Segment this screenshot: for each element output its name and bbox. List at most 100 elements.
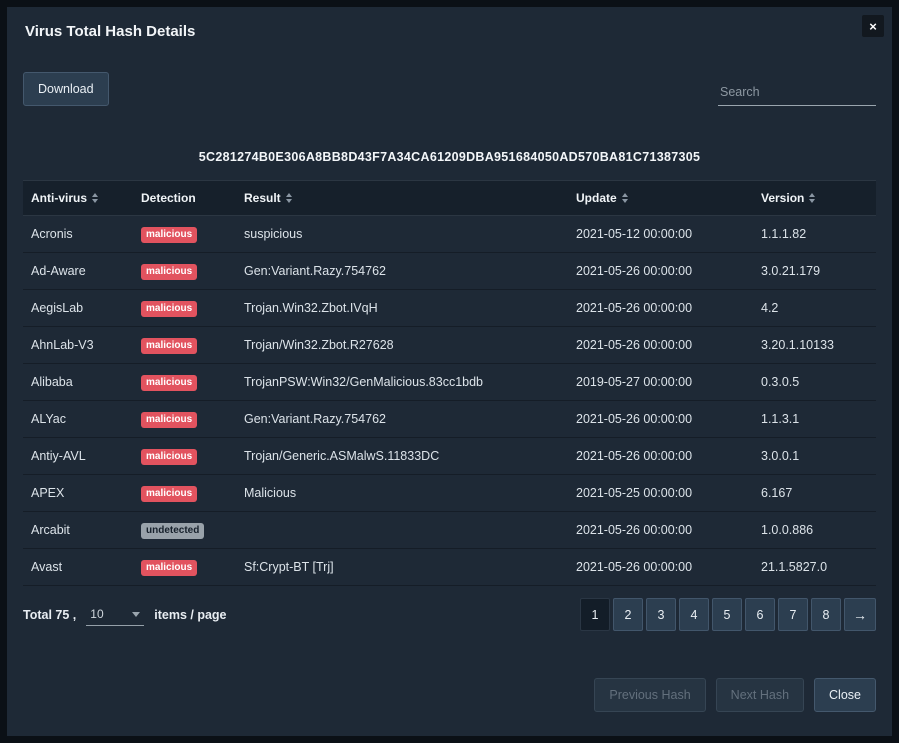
sort-icon: [92, 193, 98, 203]
virus-total-modal: Virus Total Hash Details × Download 5C28…: [7, 7, 892, 736]
cell-detection: malicious: [133, 411, 236, 428]
close-icon[interactable]: ×: [862, 15, 884, 37]
cell-detection: malicious: [133, 263, 236, 280]
table-footer: Total 75 , 10 items / page 1 2 3 4 5 6 7…: [7, 586, 892, 631]
cell-version: 3.20.1.10133: [753, 338, 876, 352]
cell-update: 2021-05-12 00:00:00: [568, 227, 753, 241]
detection-badge: undetected: [141, 523, 204, 539]
header-antivirus[interactable]: Anti-virus: [23, 191, 133, 205]
cell-result: Sf:Crypt-BT [Trj]: [236, 560, 568, 574]
cell-antivirus: Arcabit: [23, 523, 133, 537]
cell-detection: malicious: [133, 448, 236, 465]
cell-antivirus: AhnLab-V3: [23, 338, 133, 352]
cell-version: 1.1.1.82: [753, 227, 876, 241]
detection-badge: malicious: [141, 227, 197, 243]
cell-update: 2019-05-27 00:00:00: [568, 375, 753, 389]
cell-update: 2021-05-26 00:00:00: [568, 449, 753, 463]
cell-result: Trojan/Win32.Zbot.R27628: [236, 338, 568, 352]
page-button-1[interactable]: 1: [580, 598, 610, 631]
modal-header: Virus Total Hash Details ×: [7, 7, 892, 46]
sort-icon: [809, 193, 815, 203]
cell-version: 4.2: [753, 301, 876, 315]
paginator: 1 2 3 4 5 6 7 8 →: [580, 598, 876, 631]
sort-icon: [622, 193, 628, 203]
table-row: Alibaba malicious TrojanPSW:Win32/GenMal…: [23, 364, 876, 401]
cell-version: 21.1.5827.0: [753, 560, 876, 574]
table-row: Antiy-AVL malicious Trojan/Generic.ASMal…: [23, 438, 876, 475]
total-group: Total 75 , 10 items / page: [23, 603, 227, 626]
table-row: ALYac malicious Gen:Variant.Razy.754762 …: [23, 401, 876, 438]
cell-result: Trojan.Win32.Zbot.IVqH: [236, 301, 568, 315]
previous-hash-button[interactable]: Previous Hash: [594, 678, 705, 712]
total-label: Total 75 ,: [23, 608, 76, 622]
cell-update: 2021-05-26 00:00:00: [568, 412, 753, 426]
cell-detection: malicious: [133, 226, 236, 243]
cell-version: 1.1.3.1: [753, 412, 876, 426]
header-update[interactable]: Update: [568, 191, 753, 205]
page-button-3[interactable]: 3: [646, 598, 676, 631]
close-button[interactable]: Close: [814, 678, 876, 712]
header-result[interactable]: Result: [236, 191, 568, 205]
detection-badge: malicious: [141, 449, 197, 465]
header-version[interactable]: Version: [753, 191, 876, 205]
cell-antivirus: Antiy-AVL: [23, 449, 133, 463]
hash-value: 5C281274B0E306A8BB8D43F7A34CA61209DBA951…: [7, 150, 892, 164]
detection-badge: malicious: [141, 412, 197, 428]
cell-result: Malicious: [236, 486, 568, 500]
cell-antivirus: Acronis: [23, 227, 133, 241]
next-hash-button[interactable]: Next Hash: [716, 678, 804, 712]
cell-detection: malicious: [133, 559, 236, 576]
page-button-5[interactable]: 5: [712, 598, 742, 631]
table-row: Acronis malicious suspicious 2021-05-12 …: [23, 216, 876, 253]
cell-detection: undetected: [133, 522, 236, 539]
cell-result: TrojanPSW:Win32/GenMalicious.83cc1bdb: [236, 375, 568, 389]
cell-update: 2021-05-26 00:00:00: [568, 264, 753, 278]
detection-badge: malicious: [141, 301, 197, 317]
items-per-page-label: items / page: [154, 608, 226, 622]
cell-result: suspicious: [236, 227, 568, 241]
page-button-4[interactable]: 4: [679, 598, 709, 631]
cell-update: 2021-05-26 00:00:00: [568, 523, 753, 537]
cell-antivirus: APEX: [23, 486, 133, 500]
download-button[interactable]: Download: [23, 72, 109, 106]
table-header-row: Anti-virus Detection Result Update Versi…: [23, 180, 876, 216]
page-size-value: 10: [90, 607, 103, 621]
cell-antivirus: Alibaba: [23, 375, 133, 389]
cell-version: 3.0.0.1: [753, 449, 876, 463]
page-button-7[interactable]: 7: [778, 598, 808, 631]
chevron-down-icon: [132, 612, 140, 617]
table-row: AhnLab-V3 malicious Trojan/Win32.Zbot.R2…: [23, 327, 876, 364]
cell-antivirus: ALYac: [23, 412, 133, 426]
cell-result: Trojan/Generic.ASMalwS.11833DC: [236, 449, 568, 463]
table-row: APEX malicious Malicious 2021-05-25 00:0…: [23, 475, 876, 512]
page-button-2[interactable]: 2: [613, 598, 643, 631]
cell-detection: malicious: [133, 374, 236, 391]
detection-badge: malicious: [141, 264, 197, 280]
detection-badge: malicious: [141, 486, 197, 502]
cell-result: Gen:Variant.Razy.754762: [236, 264, 568, 278]
table-row: Ad-Aware malicious Gen:Variant.Razy.7547…: [23, 253, 876, 290]
cell-detection: malicious: [133, 337, 236, 354]
page-size-select[interactable]: 10: [86, 603, 144, 626]
cell-version: 6.167: [753, 486, 876, 500]
detection-badge: malicious: [141, 338, 197, 354]
cell-update: 2021-05-26 00:00:00: [568, 560, 753, 574]
cell-version: 1.0.0.886: [753, 523, 876, 537]
cell-update: 2021-05-26 00:00:00: [568, 338, 753, 352]
page-button-6[interactable]: 6: [745, 598, 775, 631]
sort-icon: [286, 193, 292, 203]
search-input[interactable]: [718, 79, 876, 106]
cell-antivirus: Ad-Aware: [23, 264, 133, 278]
cell-version: 3.0.21.179: [753, 264, 876, 278]
cell-version: 0.3.0.5: [753, 375, 876, 389]
cell-antivirus: AegisLab: [23, 301, 133, 315]
modal-title: Virus Total Hash Details: [25, 23, 874, 40]
table-row: Avast malicious Sf:Crypt-BT [Trj] 2021-0…: [23, 549, 876, 586]
cell-update: 2021-05-25 00:00:00: [568, 486, 753, 500]
cell-detection: malicious: [133, 485, 236, 502]
cell-detection: malicious: [133, 300, 236, 317]
next-page-arrow-icon[interactable]: →: [844, 598, 876, 631]
page-button-8[interactable]: 8: [811, 598, 841, 631]
antivirus-table: Anti-virus Detection Result Update Versi…: [23, 180, 876, 586]
detection-badge: malicious: [141, 375, 197, 391]
